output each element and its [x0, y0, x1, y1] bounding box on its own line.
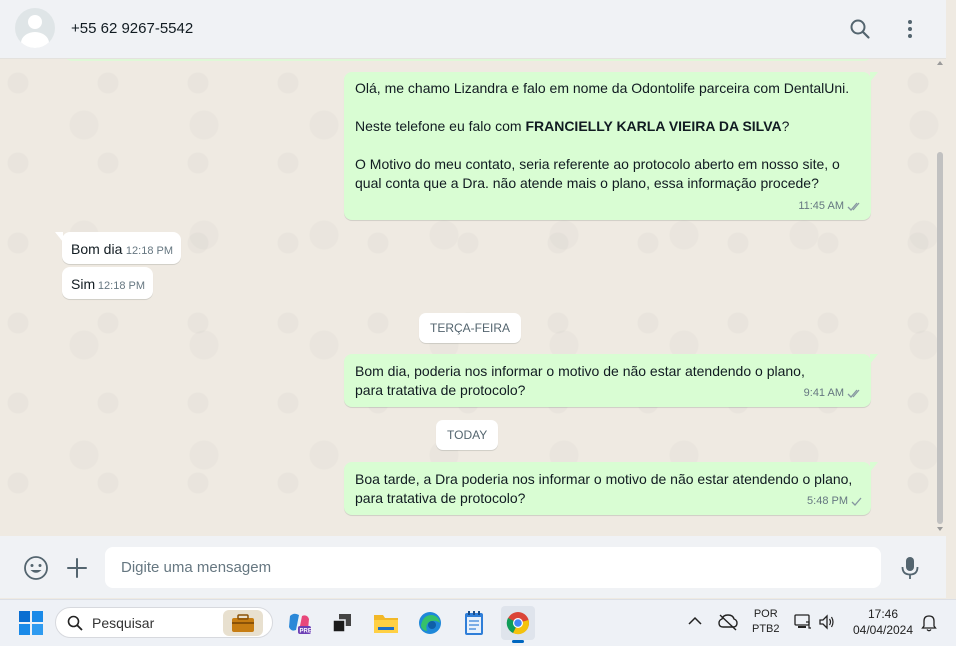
message-text: Neste telefone eu falo com FRANCIELLY KA… [355, 118, 790, 134]
message-time: 9:41 AM [803, 387, 844, 399]
message-composer [0, 536, 946, 598]
message-text: Bom dia, poderia nos informar o motivo d… [355, 363, 805, 398]
message-input[interactable] [105, 547, 881, 588]
contact-name[interactable]: +55 62 9267-5542 [71, 20, 193, 37]
windows-start-icon[interactable] [19, 611, 43, 635]
message-outgoing[interactable]: Boa tarde, a Dra poderia nos informar o … [344, 462, 878, 515]
message-time: 12:18 PM [97, 280, 145, 292]
chat-header[interactable]: +55 62 9267-5542 [0, 0, 946, 59]
message-meta: 5:48 PM [807, 492, 863, 511]
notepad-icon[interactable] [457, 606, 491, 640]
briefcase-icon [223, 610, 263, 636]
message-time: 11:45 AM [798, 200, 844, 212]
message-time: 12:18 PM [125, 245, 173, 257]
menu-dots-icon[interactable] [898, 17, 922, 41]
message-meta: 9:41 AM [804, 384, 863, 403]
read-receipt-icon [847, 202, 860, 211]
message-time: 5:48 PM [807, 495, 848, 507]
date-divider: TERÇA-FEIRA [419, 313, 522, 343]
speaker-icon[interactable] [818, 613, 836, 631]
message-text: Bom dia [71, 241, 123, 257]
message-text: Sim [71, 276, 96, 292]
system-clock[interactable]: 17:46 04/04/2024 [850, 607, 916, 637]
scrollbar-thumb[interactable] [937, 152, 943, 524]
keyboard-layout: PTB2 [752, 623, 780, 635]
cloud-offline-icon[interactable] [718, 613, 738, 631]
message-outgoing[interactable]: Bom dia, poderia nos informar o motivo d… [344, 354, 878, 407]
message-text: Boa tarde, a Dra poderia nos informar o … [355, 471, 853, 506]
chrome-icon[interactable] [501, 606, 535, 643]
file-explorer-icon[interactable] [369, 606, 403, 640]
chevron-up-icon[interactable] [688, 616, 702, 626]
battery-icon[interactable] [794, 613, 812, 631]
bell-icon[interactable] [921, 614, 937, 632]
windows-taskbar: Pesquisar PRE POR PTB2 17:46 04/04/2024 [0, 599, 956, 646]
taskbar-search-placeholder: Pesquisar [92, 615, 155, 631]
read-receipt-icon [847, 389, 860, 398]
emoji-icon[interactable] [23, 555, 49, 581]
default-avatar-icon[interactable] [15, 8, 55, 48]
search-icon [67, 615, 83, 631]
task-view-icon[interactable] [325, 606, 359, 640]
sent-tick-icon [851, 497, 862, 506]
svg-text:PRE: PRE [300, 629, 312, 635]
language-code: POR [753, 608, 778, 620]
plus-icon[interactable] [64, 555, 90, 581]
chat-area[interactable]: Olá, me chamo Lizandra e falo em nome da… [0, 59, 946, 536]
copilot-icon[interactable]: PRE [282, 606, 316, 640]
message-incoming[interactable]: Bom dia 12:18 PM [55, 232, 181, 264]
clock-date: 04/04/2024 [852, 623, 914, 637]
microphone-icon[interactable] [897, 555, 923, 581]
message-text: Olá, me chamo Lizandra e falo em nome da… [355, 80, 850, 96]
clock-time: 17:46 [867, 607, 899, 621]
taskbar-search[interactable]: Pesquisar [55, 607, 273, 638]
previous-message-edge [64, 59, 872, 61]
edge-icon[interactable] [413, 606, 447, 640]
message-outgoing[interactable]: Olá, me chamo Lizandra e falo em nome da… [344, 72, 878, 220]
scroll-up-arrow-icon[interactable] [937, 61, 943, 65]
message-meta: 12:18 PM [126, 242, 173, 261]
date-divider: TODAY [436, 420, 499, 450]
message-meta: 12:18 PM [98, 277, 145, 296]
language-indicator[interactable]: POR PTB2 [752, 608, 780, 635]
message-meta: 11:45 AM [798, 197, 863, 216]
scroll-down-arrow-icon[interactable] [937, 527, 943, 531]
message-text: O Motivo do meu contato, seria referente… [355, 156, 840, 191]
search-icon[interactable] [848, 17, 872, 41]
message-incoming[interactable]: Sim 12:18 PM [62, 267, 153, 299]
